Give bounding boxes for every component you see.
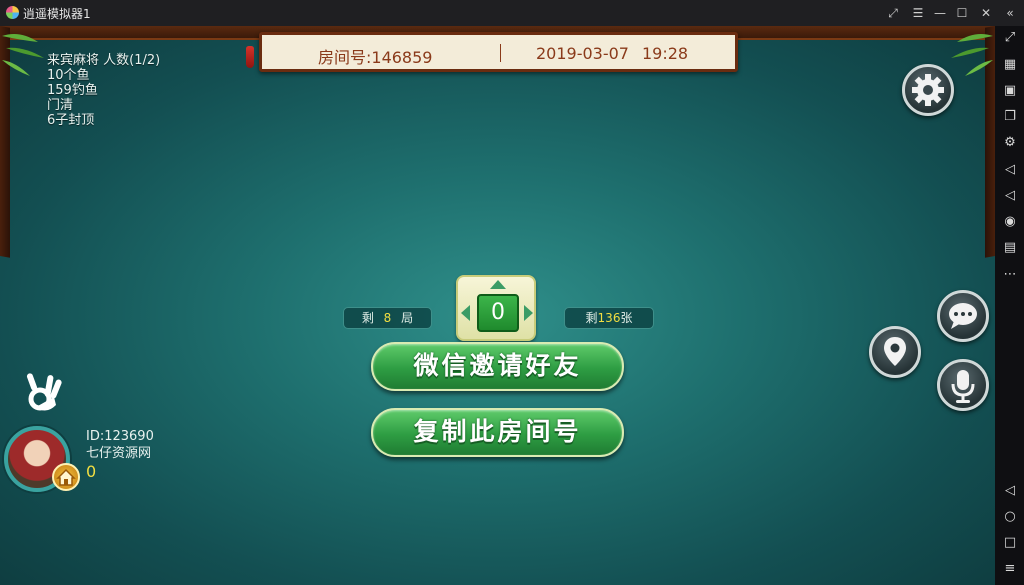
rounds-prefix: 剩 xyxy=(361,311,374,325)
rounds-count: 8 xyxy=(383,311,392,325)
emulator-app-icon xyxy=(6,6,19,19)
ok-hand-gesture-icon[interactable] xyxy=(24,371,64,417)
emulator-sidebar-toolbar: ⤢ ▦ ▣ ❐ ⚙ ◁ ◁ ◉ ▤ ⋯ ◁ ○ □ ≡ xyxy=(995,26,1024,585)
room-info-banner: 房间号:146859 2019-03-07 19:28 xyxy=(259,32,738,72)
player-score: 0 xyxy=(86,462,97,481)
map-pin-icon xyxy=(884,337,906,366)
rules-line: 门清 xyxy=(47,98,74,113)
home-icon[interactable]: ○ xyxy=(1000,508,1020,526)
microphone-icon xyxy=(951,370,975,403)
volume-down-icon[interactable]: ◁ xyxy=(1000,187,1020,205)
rules-line: 159钓鱼 xyxy=(47,83,98,98)
back-icon[interactable]: ◁ xyxy=(1000,482,1020,500)
voice-button[interactable] xyxy=(937,359,989,411)
tiles-suffix: 张 xyxy=(620,311,633,325)
header-divider xyxy=(500,44,501,62)
minimize-button[interactable]: — xyxy=(931,4,949,22)
folder-icon[interactable]: ▤ xyxy=(1000,239,1020,257)
chat-bubble-icon xyxy=(949,303,977,329)
compass-count: 0 xyxy=(477,294,519,332)
player-info: ID:123690 七仔资源网 xyxy=(86,428,154,462)
tiles-count: 136 xyxy=(597,311,621,325)
volume-up-icon[interactable]: ◁ xyxy=(1000,161,1020,179)
invite-wechat-friends-button[interactable]: 微信邀请好友 xyxy=(371,342,624,391)
multi-window-icon[interactable]: ❐ xyxy=(1000,108,1020,126)
rounds-remaining: 剩 8 局 xyxy=(343,307,432,329)
close-button[interactable]: ✕ xyxy=(977,4,995,22)
keyboard-icon[interactable]: ▦ xyxy=(1000,56,1020,74)
fullscreen-icon[interactable]: ⤢ xyxy=(1000,29,1020,47)
game-table: 房间号:146859 2019-03-07 19:28 来宾麻将 人数(1/2)… xyxy=(0,26,995,585)
window-title: 逍遥模拟器1 xyxy=(23,7,91,21)
player-id: ID:123690 xyxy=(86,429,154,444)
rules-line: 10个鱼 xyxy=(47,68,90,83)
room-time: 19:28 xyxy=(642,44,689,63)
player-name: 七仔资源网 xyxy=(86,446,152,461)
settings-button[interactable] xyxy=(902,64,954,116)
rules-line: 6子封顶 xyxy=(47,113,95,128)
bamboo-leaves-right-icon xyxy=(951,34,993,76)
hanging-pepper-ornament xyxy=(246,46,254,68)
room-number: 房间号:146859 xyxy=(318,48,433,67)
rules-line: 来宾麻将 人数(1/2) xyxy=(47,53,161,68)
game-rules-list: 来宾麻将 人数(1/2) 10个鱼 159钓鱼 门清 6子封顶 xyxy=(47,53,160,128)
house-icon xyxy=(56,468,76,486)
tiles-prefix: 剩 xyxy=(585,311,598,325)
gear-icon xyxy=(912,74,944,106)
turn-compass: 0 xyxy=(456,275,536,341)
screenshot-icon[interactable]: ▣ xyxy=(1000,82,1020,100)
copy-room-number-button[interactable]: 复制此房间号 xyxy=(371,408,624,457)
location-button[interactable] xyxy=(869,326,921,378)
settings-icon[interactable]: ⚙ xyxy=(1000,134,1020,152)
chat-button[interactable] xyxy=(937,290,989,342)
collapse-toolbar-button[interactable]: « xyxy=(1001,4,1019,22)
recent-apps-icon[interactable]: □ xyxy=(1000,534,1020,552)
compass-arrow-up-icon xyxy=(490,280,506,289)
tiles-remaining: 剩136张 xyxy=(564,307,654,329)
fullscreen-window-icon[interactable]: ⤢ xyxy=(884,4,902,22)
room-owner-badge xyxy=(52,463,80,491)
rounds-suffix: 局 xyxy=(401,311,414,325)
bamboo-leaves-left-icon xyxy=(2,34,44,76)
compass-arrow-left-icon xyxy=(461,305,470,321)
more-icon[interactable]: ⋯ xyxy=(1000,266,1020,284)
window-menu-icon[interactable]: ☰ xyxy=(909,4,927,22)
maximize-button[interactable]: ☐ xyxy=(953,4,971,22)
emulator-titlebar: 逍遥模拟器1 ⤢ ☰ — ☐ ✕ « xyxy=(0,0,1024,26)
compass-arrow-right-icon xyxy=(524,305,533,321)
room-date: 2019-03-07 xyxy=(536,44,629,63)
location-icon[interactable]: ◉ xyxy=(1000,213,1020,231)
menu-icon[interactable]: ≡ xyxy=(1000,560,1020,578)
